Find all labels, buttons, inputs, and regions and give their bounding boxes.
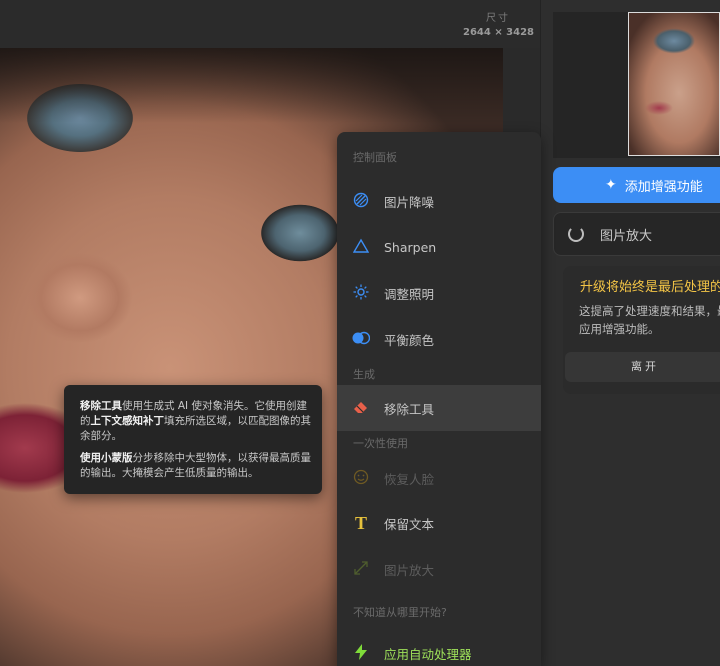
menu-item-image-upscale[interactable]: 图片放大 xyxy=(337,549,541,589)
tooltip-paragraph-1: 移除工具使用生成式 AI 使对象消失。它使用创建的上下文感知补丁填充所选区域，以… xyxy=(80,399,312,444)
text-icon: T xyxy=(354,512,367,533)
loading-spinner-icon xyxy=(568,226,584,242)
leave-button[interactable]: 离开 xyxy=(565,352,720,382)
control-panel-menu: 控制面板 图片降噪 Sharpen 调整照明 平衡颜色 生成 移除工具 一次性使… xyxy=(337,132,541,666)
upgrade-title: 升级将始终是最后处理的 xyxy=(580,280,720,295)
menu-item-label: 恢复人脸 xyxy=(384,471,435,487)
image-upscale-label: 图片放大 xyxy=(600,228,653,244)
image-thumbnail[interactable] xyxy=(628,12,720,156)
menu-item-denoise[interactable]: 图片降噪 xyxy=(337,181,541,221)
tooltip-bold-use: 使用 xyxy=(80,452,101,464)
add-enhancement-button[interactable]: ✦ 添加增强功能 xyxy=(553,167,720,203)
photo-hair-shade xyxy=(0,48,503,123)
section-one-time: 一次性使用 xyxy=(353,437,408,450)
sparkle-icon: ✦ xyxy=(605,177,617,193)
menu-item-label: 图片降噪 xyxy=(384,194,435,210)
menu-item-label: 图片放大 xyxy=(384,562,435,578)
menu-item-label: 应用自动处理器 xyxy=(384,646,472,662)
menu-item-label: Sharpen xyxy=(384,239,437,255)
face-icon xyxy=(351,469,371,488)
menu-item-lighting[interactable]: 调整照明 xyxy=(337,273,541,313)
lighting-icon xyxy=(351,284,371,303)
add-enhancement-label: 添加增强功能 xyxy=(624,179,703,195)
expand-arrows-icon xyxy=(351,560,371,579)
menu-item-keep-text[interactable]: T 保留文本 xyxy=(337,503,541,543)
menu-item-color-balance[interactable]: 平衡颜色 xyxy=(337,319,541,359)
tooltip-bold-context-patch: 上下文感知补丁 xyxy=(90,415,165,427)
color-balance-icon xyxy=(351,330,371,349)
section-generate: 生成 xyxy=(353,368,375,381)
top-bar: 尺寸 2644 × 3428 xyxy=(0,0,540,48)
menu-item-label: 平衡颜色 xyxy=(384,332,435,348)
menu-item-label: 保留文本 xyxy=(384,516,435,532)
denoise-icon xyxy=(351,192,371,211)
menu-item-label: 移除工具 xyxy=(384,401,435,417)
size-value: 2644 × 3428 xyxy=(463,27,535,38)
image-upscale-button[interactable]: 图片放大 xyxy=(553,212,720,256)
menu-item-auto-processor[interactable]: 应用自动处理器 xyxy=(337,633,541,666)
lightning-icon xyxy=(351,643,371,663)
menu-item-label: 调整照明 xyxy=(384,286,435,302)
upgrade-description: 这提高了处理速度和结果，最后应用增强功能。 xyxy=(579,304,720,336)
size-label: 尺寸 xyxy=(486,13,510,24)
tooltip-bold-remove-tool: 移除工具 xyxy=(80,400,122,412)
menu-item-restore-face[interactable]: 恢复人脸 xyxy=(337,458,541,498)
section-where-start: 不知道从哪里开始? xyxy=(353,606,447,619)
remove-tool-tooltip: 移除工具使用生成式 AI 使对象消失。它使用创建的上下文感知补丁填充所选区域，以… xyxy=(64,385,322,494)
eraser-icon xyxy=(351,400,371,417)
tooltip-paragraph-2: 使用小蒙版分步移除中大型物体，以获得最高质量的输出。大掩模会产生低质量的输出。 xyxy=(80,451,312,481)
tooltip-bold-small-mask: 小蒙版 xyxy=(101,452,133,464)
menu-item-remove-tool[interactable]: 移除工具 xyxy=(337,385,541,431)
menu-item-sharpen[interactable]: Sharpen xyxy=(337,227,541,267)
section-control-panel: 控制面板 xyxy=(353,151,397,164)
sharpen-icon xyxy=(351,238,371,257)
